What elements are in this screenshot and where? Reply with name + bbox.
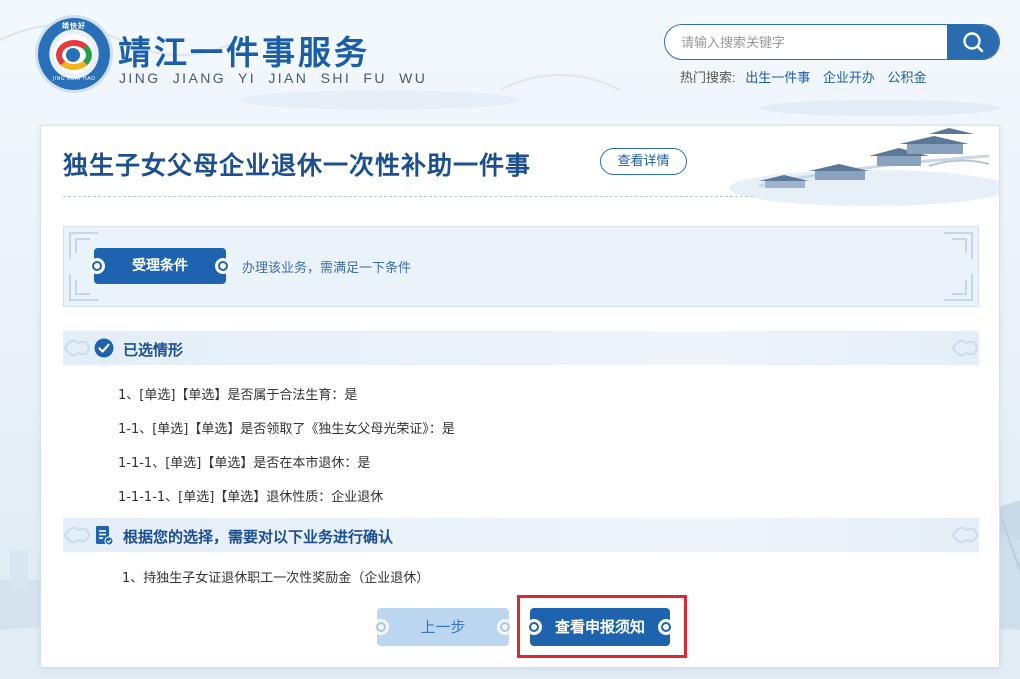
corner-ornament-icon: [944, 274, 973, 301]
corner-ornament-icon: [944, 232, 973, 259]
architecture-decoration: [729, 128, 999, 206]
conditions-tag-label: 受理条件: [132, 258, 188, 274]
confirm-section-title: 根据您的选择，需要对以下业务进行确认: [123, 528, 394, 546]
previous-step-button[interactable]: 上一步: [373, 608, 513, 646]
cloud-cap-icon: [497, 619, 513, 635]
hot-search-label: 热门搜索:: [680, 70, 736, 85]
selected-item-2: 1-1、[单选]【单选】是否领取了《独生女父母光荣证》：是: [118, 422, 455, 437]
site-logo[interactable]: 靖快好 JING KUAI HAO: [38, 18, 110, 90]
cloud-ornament-icon: [63, 526, 91, 544]
cloud-cap-icon: [526, 619, 542, 635]
cloud-cap-icon: [658, 619, 674, 635]
site-header: 靖快好 JING KUAI HAO 靖江一件事服务 JING JIANG YI …: [0, 0, 1020, 110]
cloud-cap-icon: [89, 258, 105, 274]
search-icon: [963, 32, 984, 53]
selected-section-title: 已选情形: [123, 341, 184, 359]
main-card: 独生子女父母企业退休一次性补助一件事 查看详情 受理条件 办理该业务，需满足一下…: [40, 125, 1000, 668]
conditions-panel: 受理条件 办理该业务，需满足一下条件: [63, 226, 979, 307]
search-box: [664, 24, 1000, 60]
site-pinyin: JING JIANG YI JIAN SHI FU WU: [119, 70, 428, 86]
hot-search-link-birth[interactable]: 出生一件事: [745, 70, 810, 85]
logo-top-text: 靖快好: [62, 22, 86, 30]
site-title: 靖江一件事服务: [118, 33, 370, 72]
cloud-cap-icon: [215, 258, 231, 274]
logo-center-dot: [66, 48, 80, 62]
logo-bottom-text: JING KUAI HAO: [52, 76, 96, 82]
selected-item-4: 1-1-1-1、[单选]【单选】退休性质：企业退休: [118, 490, 384, 505]
view-application-notice-button[interactable]: 查看申报须知: [526, 608, 674, 646]
selected-item-1: 1、[单选]【单选】是否属于合法生育：是: [118, 388, 358, 403]
confirm-item-1: 1、持独生子女证退休职工一次性奖励金（企业退休）: [122, 571, 430, 586]
search-input[interactable]: [665, 25, 949, 59]
cloud-ornament-icon: [63, 339, 91, 357]
selected-section-header: 已选情形: [63, 331, 979, 365]
selected-item-3: 1-1-1、[单选]【单选】是否在本市退休：是: [118, 456, 371, 471]
search-button[interactable]: [947, 25, 999, 59]
hot-search-link-business[interactable]: 企业开办: [823, 70, 875, 85]
conditions-tag: 受理条件: [89, 248, 231, 284]
title-divider: [63, 196, 753, 197]
confirm-section-header: 根据您的选择，需要对以下业务进行确认: [63, 518, 979, 552]
cloud-cap-icon: [373, 619, 389, 635]
previous-step-label: 上一步: [420, 618, 466, 636]
hot-search-link-fund[interactable]: 公积金: [888, 70, 927, 85]
view-application-notice-label: 查看申报须知: [554, 618, 645, 636]
cloud-ornament-icon: [951, 339, 979, 357]
check-circle-icon: [94, 338, 114, 358]
view-details-button[interactable]: 查看详情: [600, 148, 687, 175]
document-check-icon: [96, 526, 114, 546]
conditions-description: 办理该业务，需满足一下条件: [242, 261, 412, 276]
page-title: 独生子女父母企业退休一次性补助一件事: [63, 151, 532, 180]
cloud-ornament-icon: [951, 526, 979, 544]
hot-search-bar: 热门搜索: 出生一件事 企业开办 公积金: [680, 67, 936, 86]
